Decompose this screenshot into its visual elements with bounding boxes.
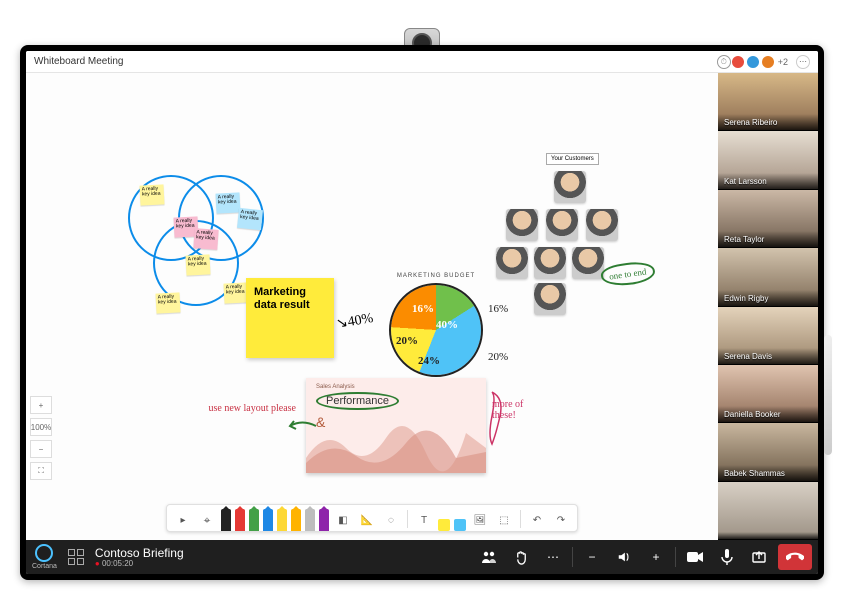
add-text-icon[interactable]: T (416, 512, 432, 528)
redo-icon[interactable]: ↷ (553, 512, 569, 528)
participant-tile[interactable]: Edwin Rigby (718, 248, 818, 306)
performance-card[interactable]: Sales Analysis Performance & (306, 378, 486, 473)
add-note-yellow[interactable] (438, 519, 450, 531)
cortana-icon (35, 544, 53, 562)
sticky-note[interactable]: A really key idea (193, 228, 218, 250)
image-icon[interactable]: 🖼 (472, 512, 488, 528)
participants-panel: Serena Ribeiro Kat Larsson Reta Taylor E… (718, 73, 818, 540)
zoom-fit-button[interactable]: ⛶ (30, 462, 52, 480)
zoom-out-button[interactable]: − (30, 440, 52, 458)
shapes-icon[interactable]: ⬚ (496, 512, 512, 528)
participant-tile[interactable]: Serena Davis (718, 307, 818, 365)
meeting-bar: Cortana Contoso Briefing ● 00:05:20 ⋯ − … (26, 540, 818, 574)
participant-overflow[interactable]: +2 (778, 57, 788, 67)
speaker-icon[interactable] (611, 544, 637, 570)
org-face[interactable] (496, 247, 528, 279)
org-face[interactable] (534, 283, 566, 315)
org-face[interactable] (586, 209, 618, 241)
avatar[interactable] (731, 55, 745, 69)
camera-icon[interactable] (682, 544, 708, 570)
zoom-controls: + 100% − ⛶ (30, 396, 52, 480)
undo-icon[interactable]: ↶ (529, 512, 545, 528)
avatar[interactable] (746, 55, 760, 69)
participant-tile[interactable]: Babek Shammas (718, 423, 818, 481)
pie-right-20: 20% (488, 351, 508, 363)
pie-right-16: 16% (488, 303, 508, 315)
marketing-note[interactable]: Marketing data result (246, 278, 334, 358)
mic-icon[interactable] (714, 544, 740, 570)
ruler-icon[interactable]: 📐 (359, 512, 375, 528)
sticky-note[interactable]: A really key idea (155, 292, 180, 313)
annotation-layout[interactable]: use new layout please (206, 403, 296, 414)
settings-icon[interactable]: ⋯ (796, 55, 810, 69)
pen-black[interactable] (221, 509, 231, 531)
share-icon[interactable] (746, 544, 772, 570)
surface-hub-device: Whiteboard Meeting ⏱ +2 ⋯ + 100% − ⛶ (20, 45, 824, 580)
whiteboard-canvas[interactable]: + 100% − ⛶ A really key idea A really ke… (26, 73, 718, 540)
timer-icon[interactable]: ⏱ (717, 55, 731, 69)
org-face[interactable] (506, 209, 538, 241)
pie-slice-label: 40% (436, 319, 458, 331)
lasso-icon[interactable]: ◌ (383, 512, 399, 528)
more-icon[interactable]: ⋯ (540, 544, 566, 570)
sticky-note[interactable]: A really key idea (139, 184, 164, 205)
participant-tile[interactable] (718, 482, 818, 540)
sticky-note[interactable]: A really key idea (237, 208, 263, 230)
sticky-note[interactable]: A really key idea (215, 192, 240, 213)
perf-subtitle: Sales Analysis (316, 384, 476, 390)
perf-tag: Performance (316, 392, 399, 410)
play-icon[interactable]: ▸ (175, 512, 191, 528)
layout-grid-button[interactable] (63, 544, 89, 570)
pen-blue[interactable] (263, 509, 273, 531)
cortana-button[interactable]: Cortana (32, 544, 57, 570)
org-face[interactable] (554, 171, 586, 203)
whiteboard-toolbar: ▸ ⌖ ◧ 📐 ◌ T 🖼 (166, 504, 578, 532)
volume-down-icon[interactable]: − (579, 544, 605, 570)
participant-avatars[interactable] (731, 55, 775, 69)
org-face[interactable] (572, 247, 604, 279)
avatar[interactable] (761, 55, 775, 69)
people-icon[interactable] (476, 544, 502, 570)
highlighter[interactable] (319, 509, 329, 531)
org-face[interactable] (534, 247, 566, 279)
whiteboard-title: Whiteboard Meeting (34, 56, 124, 67)
org-heading: Your Customers (546, 153, 599, 165)
raise-hand-icon[interactable] (508, 544, 534, 570)
pie-slice-label: 16% (412, 303, 434, 315)
pen-red[interactable] (235, 509, 245, 531)
meeting-info: Contoso Briefing ● 00:05:20 (95, 547, 184, 568)
volume-up-icon[interactable]: + (643, 544, 669, 570)
participant-tile[interactable]: Kat Larsson (718, 131, 818, 189)
zoom-in-button[interactable]: + (30, 396, 52, 414)
screen: Whiteboard Meeting ⏱ +2 ⋯ + 100% − ⛶ (26, 51, 818, 574)
participant-tile[interactable]: Serena Ribeiro (718, 73, 818, 131)
pen-green[interactable] (249, 509, 259, 531)
pie-slice-label: 20% (396, 335, 418, 347)
sticky-note[interactable]: A really key idea (223, 282, 248, 303)
add-note-blue[interactable] (454, 519, 466, 531)
zoom-level[interactable]: 100% (30, 418, 52, 436)
stylus-pen (824, 335, 832, 455)
eraser-icon[interactable]: ◧ (335, 512, 351, 528)
pie-slice-label: 24% (418, 355, 440, 367)
pen-yellow[interactable] (277, 509, 287, 531)
sticky-note[interactable]: A really key idea (185, 254, 210, 275)
pointer-icon[interactable]: ⌖ (199, 512, 215, 528)
pie-callout-40: ↘40% (335, 310, 375, 333)
whiteboard-header: Whiteboard Meeting ⏱ +2 ⋯ (26, 51, 818, 73)
participant-tile[interactable]: Reta Taylor (718, 190, 818, 248)
meeting-duration: ● 00:05:20 (95, 559, 184, 568)
pen-orange[interactable] (291, 509, 301, 531)
hangup-button[interactable] (778, 544, 812, 570)
meeting-title: Contoso Briefing (95, 547, 184, 559)
pen-gray[interactable] (305, 509, 315, 531)
org-face[interactable] (546, 209, 578, 241)
participant-tile[interactable]: Daniella Booker (718, 365, 818, 423)
